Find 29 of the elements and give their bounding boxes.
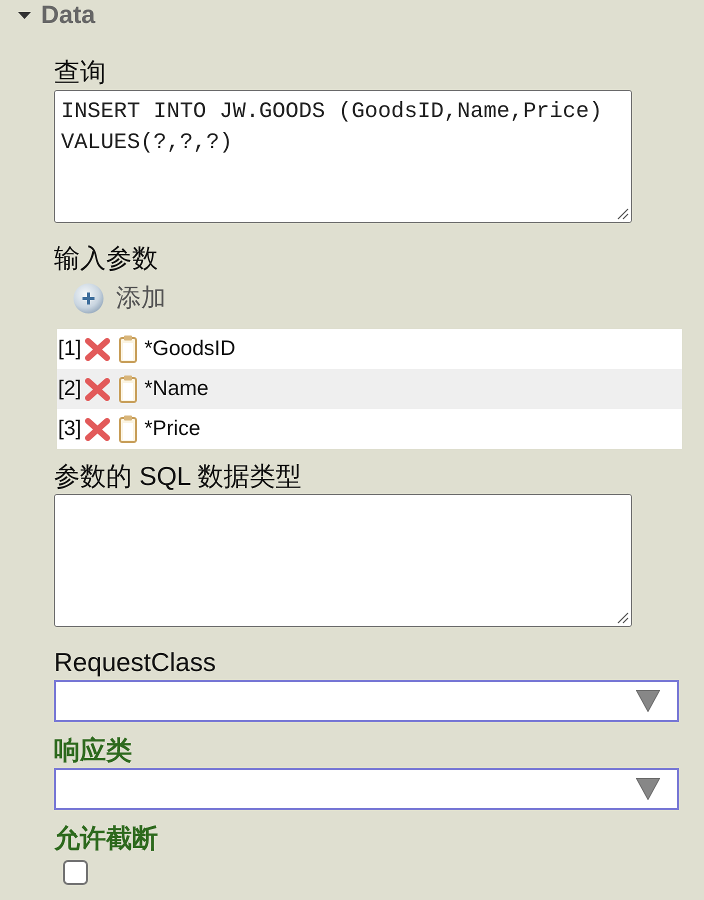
parameter-index: [1]	[58, 336, 82, 362]
resize-grip-icon[interactable]	[617, 612, 629, 624]
field-label: 参数的 SQL 数据类型	[54, 461, 302, 491]
parameter-index: [3]	[58, 416, 82, 442]
parameter-name: *Name	[144, 376, 209, 402]
field-label: 查询	[54, 57, 106, 87]
clipboard-icon[interactable]	[119, 415, 138, 443]
cross-icon[interactable]	[84, 336, 112, 362]
field-label: 输入参数	[54, 243, 158, 273]
plus-circle-icon	[73, 283, 104, 314]
cross-icon[interactable]	[84, 416, 112, 442]
resize-grip-icon[interactable]	[617, 208, 629, 220]
caret-down-icon	[636, 690, 660, 712]
dropdown[interactable]	[54, 680, 679, 722]
field-label: 允许截断	[54, 823, 158, 853]
text-area[interactable]: INSERT INTO JW.GOODS (GoodsID,Name,Price) VALUES(?,?,?)	[54, 90, 632, 223]
parameter-index: [2]	[58, 376, 82, 402]
field-label: RequestClass	[54, 647, 216, 677]
field-label: 响应类	[54, 735, 132, 765]
parameter-name: *GoodsID	[144, 336, 236, 362]
clipboard-icon[interactable]	[119, 335, 138, 363]
add-button[interactable]: 添加	[73, 283, 166, 314]
cross-icon[interactable]	[84, 376, 112, 402]
clipboard-icon[interactable]	[119, 375, 138, 403]
checkbox[interactable]	[63, 860, 88, 885]
caret-down-icon	[636, 778, 660, 800]
section-toggle[interactable]: Data	[18, 0, 96, 30]
parameter-name: *Price	[144, 416, 200, 442]
dropdown[interactable]	[54, 768, 679, 810]
